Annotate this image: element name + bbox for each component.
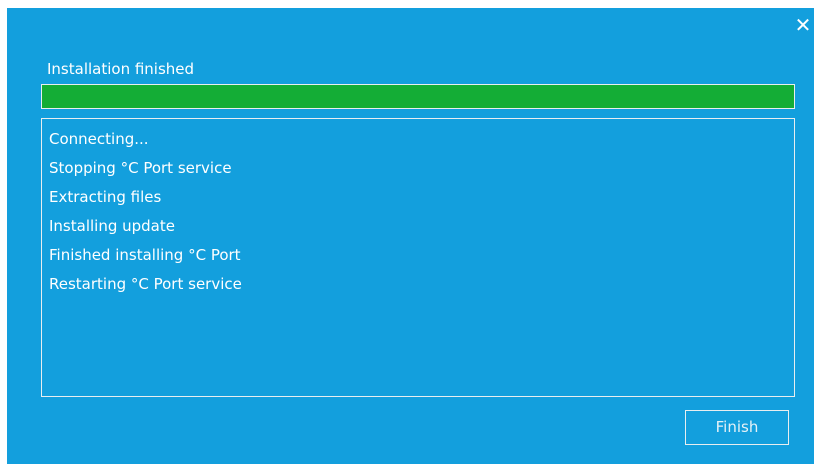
log-line: Extracting files <box>49 188 162 206</box>
close-icon[interactable]: ✕ <box>792 12 814 38</box>
progress-bar <box>41 84 795 109</box>
installer-dialog: ✕ Installation finished Connecting... Sto… <box>7 8 814 464</box>
progress-fill <box>42 85 794 108</box>
log-line: Restarting °C Port service <box>49 275 242 293</box>
log-line: Connecting... <box>49 130 149 148</box>
log-line: Installing update <box>49 217 175 235</box>
finish-button[interactable]: Finish <box>685 410 789 445</box>
status-label: Installation finished <box>47 60 195 78</box>
log-output[interactable]: Connecting... Stopping °C Port service Ext… <box>41 118 795 397</box>
log-line: Stopping °C Port service <box>49 159 232 177</box>
log-line: Finished installing °C Port <box>49 246 241 264</box>
